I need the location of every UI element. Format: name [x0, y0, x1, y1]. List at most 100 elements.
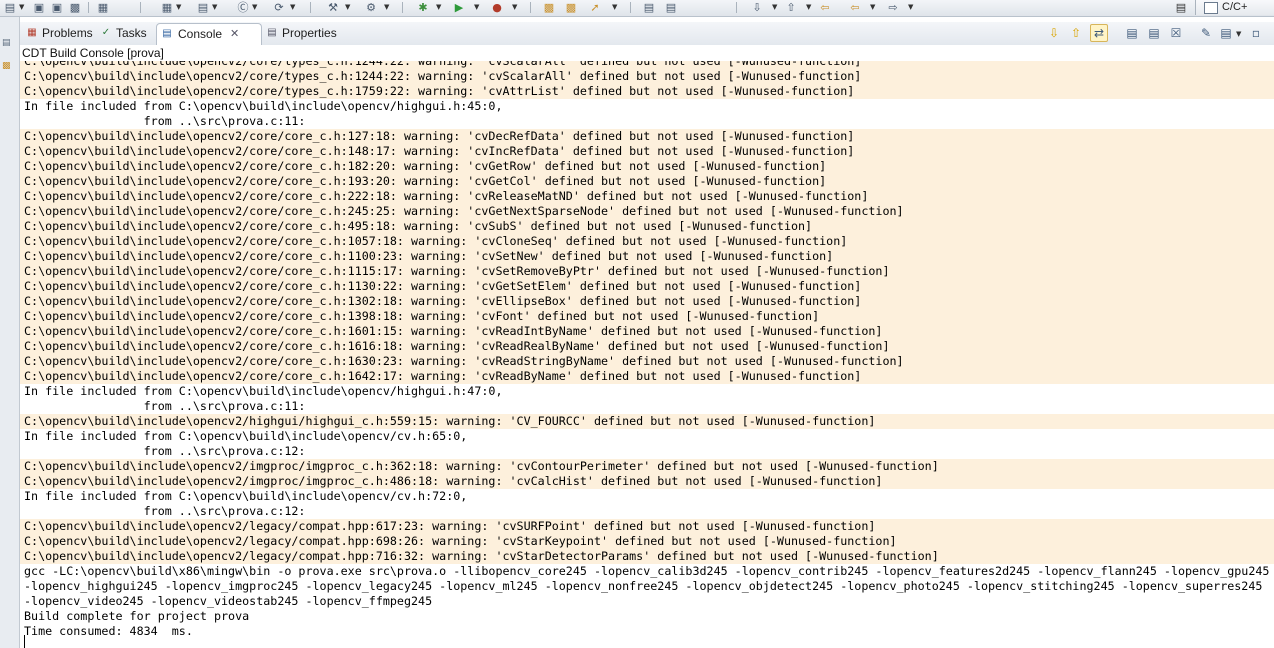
run-dropdown-icon[interactable]: ▼ [474, 2, 479, 13]
external-tools-icon[interactable]: ● [490, 1, 504, 14]
console-line: In file included from C:\opencv\build\in… [24, 429, 468, 443]
console-line-warning: C:\opencv\build\include\opencv2/core/cor… [20, 219, 1274, 234]
restore-view-icon[interactable]: ▤ [2, 38, 14, 48]
toolbar-separator [402, 2, 403, 13]
open-console-icon[interactable]: ✎ [1198, 25, 1214, 41]
console-line-warning: C:\opencv\build\include\opencv2/core/cor… [20, 309, 1274, 324]
display-console-icon[interactable]: ▤ [1218, 25, 1234, 41]
tab-tasks[interactable]: ✓ Tasks [98, 23, 154, 44]
console-line: from ..\src\prova.c:12: [24, 504, 306, 518]
project-explorer-icon[interactable]: ▩ [2, 61, 14, 71]
back-icon[interactable]: ⇦ [848, 1, 862, 14]
toolbar-separator [88, 2, 89, 13]
console-output[interactable]: C:\opencv\build\include\opencv2/core/typ… [20, 61, 1274, 648]
remove-console-icon[interactable]: ☒ [1168, 25, 1184, 41]
tab-problems[interactable]: ▦ Problems [24, 23, 96, 44]
prev-annotation-dropdown-icon[interactable]: ▼ [806, 2, 811, 13]
console-line: gcc -LC:\opencv\build\x86\mingw\bin -o p… [24, 564, 1270, 578]
minimize-icon[interactable]: ▫ [1248, 25, 1264, 41]
console-line-warning: C:\opencv\build\include\opencv2/core/typ… [20, 61, 1274, 69]
next-annotation-icon[interactable]: ⇩ [750, 1, 764, 14]
tab-label: Properties [282, 26, 337, 40]
console-line-warning: C:\opencv\build\include\opencv2/core/cor… [20, 129, 1274, 144]
clear-console-icon[interactable]: ▤ [1124, 25, 1140, 41]
console-line-warning: C:\opencv\build\include\opencv2/core/typ… [20, 69, 1274, 84]
debug-icon[interactable]: ✱ [416, 1, 430, 14]
console-line: from ..\src\prova.c:12: [24, 444, 306, 458]
console-line-warning: C:\opencv\build\include\opencv2/core/cor… [20, 159, 1274, 174]
console-line: from ..\src\prova.c:11: [24, 114, 306, 128]
build-icon[interactable]: ▦ [160, 1, 174, 14]
tasks-icon: ✓ [101, 27, 111, 38]
scroll-up-icon[interactable]: ⇧ [1068, 25, 1084, 41]
open-type-icon[interactable]: ▩ [564, 1, 578, 14]
tools-dropdown-icon[interactable]: ▼ [384, 2, 389, 13]
next-annotation-dropdown-icon[interactable]: ▼ [772, 2, 777, 13]
save-all-icon[interactable]: ▣ [50, 1, 64, 14]
hammer-dropdown-icon[interactable]: ▼ [345, 2, 350, 13]
console-line-warning: C:\opencv\build\include\opencv2/imgproc/… [20, 474, 1274, 489]
tab-properties[interactable]: ▤ Properties [264, 23, 344, 44]
close-icon[interactable]: ✕ [230, 24, 239, 45]
scroll-down-icon[interactable]: ⇩ [1046, 25, 1062, 41]
console-line-warning: C:\opencv\build\include\opencv2/core/cor… [20, 339, 1274, 354]
binary-icon[interactable]: ▦ [96, 1, 110, 14]
perspective-switcher[interactable]: ▤ C/C+ [1176, 0, 1274, 15]
debug-dropdown-icon[interactable]: ▼ [436, 2, 441, 13]
console-line: In file included from C:\opencv\build\in… [24, 99, 503, 113]
perspective-label[interactable]: C/C+ [1222, 0, 1247, 15]
save-icon[interactable]: ▣ [32, 1, 46, 14]
console-line-warning: C:\opencv\build\include\opencv2/highgui/… [20, 414, 1274, 429]
new-icon[interactable]: ▤ [3, 1, 17, 14]
view-tab-bar: ▦ Problems ✓ Tasks ▤ Console ✕ ▤ Propert… [20, 22, 1274, 46]
toolbar-separator [140, 2, 141, 13]
console-line: from ..\src\prova.c:11: [24, 399, 306, 413]
tab-label: Problems [42, 26, 93, 40]
console-line-warning: C:\opencv\build\include\opencv2/legacy/c… [20, 534, 1274, 549]
forward-dropdown-icon[interactable]: ▼ [908, 2, 913, 13]
tab-console[interactable]: ▤ Console ✕ [156, 23, 262, 45]
external-tools-dropdown-icon[interactable]: ▼ [512, 2, 517, 13]
console-line-warning: C:\opencv\build\include\opencv2/core/cor… [20, 204, 1274, 219]
run-icon[interactable]: ▶ [452, 1, 466, 14]
open-folder-icon[interactable]: ▩ [542, 1, 556, 14]
refresh-dropdown-icon[interactable]: ▼ [290, 2, 295, 13]
new-project-icon[interactable]: ▤ [196, 1, 210, 14]
search-icon[interactable]: ➚ [588, 1, 602, 14]
toggle-mark-icon[interactable]: ▤ [642, 1, 656, 14]
forward-icon[interactable]: ⇨ [886, 1, 900, 14]
console-title: CDT Build Console [prova] [20, 45, 1274, 61]
refresh-icon[interactable]: ⟳ [272, 1, 286, 14]
pin-console-icon[interactable]: ▤ [1146, 25, 1162, 41]
main-toolbar: ▤ ▼ ▣ ▣ ▩ ▦ ▦ ▼ ▤ ▼ Ⓒ ▼ ⟳ ▼ ⚒ ▼ ⚙ ▼ ✱ ▼ … [0, 0, 1274, 17]
new-class-dropdown-icon[interactable]: ▼ [252, 2, 257, 13]
back-dropdown-icon[interactable]: ▼ [870, 2, 875, 13]
toolbar-separator [310, 2, 311, 13]
new-project-dropdown-icon[interactable]: ▼ [212, 2, 217, 13]
perspective-icon [1204, 2, 1218, 14]
search-dropdown-icon[interactable]: ▼ [612, 2, 617, 13]
prev-annotation-icon[interactable]: ⇧ [784, 1, 798, 14]
console-line-warning: C:\opencv\build\include\opencv2/core/cor… [20, 249, 1274, 264]
new-dropdown-icon[interactable]: ▼ [19, 2, 24, 13]
new-class-icon[interactable]: Ⓒ [236, 1, 250, 14]
print-icon[interactable]: ▩ [68, 1, 82, 14]
toggle-block-icon[interactable]: ▤ [664, 1, 678, 14]
display-console-dropdown-icon[interactable]: ▼ [1236, 29, 1241, 40]
hammer-icon[interactable]: ⚒ [326, 1, 340, 14]
last-edit-icon[interactable]: ⇦ [818, 1, 832, 14]
properties-icon: ▤ [267, 27, 277, 38]
console-line-warning: C:\opencv\build\include\opencv2/core/typ… [20, 84, 1274, 99]
console-line: -lopencv_video245 -lopencv_videostab245 … [24, 594, 433, 608]
left-trim: ▤ ▩ [0, 17, 20, 648]
tools-icon[interactable]: ⚙ [364, 1, 378, 14]
open-perspective-icon[interactable]: ▤ [1174, 1, 1188, 14]
build-dropdown-icon[interactable]: ▼ [176, 2, 181, 13]
toolbar-separator [530, 2, 531, 13]
tab-label: Console [178, 27, 223, 41]
console-line-warning: C:\opencv\build\include\opencv2/legacy/c… [20, 549, 1274, 564]
scroll-lock-icon[interactable]: ⇄ [1090, 24, 1108, 42]
console-icon: ▤ [162, 28, 172, 39]
toolbar-separator [630, 2, 631, 13]
console-line-warning: C:\opencv\build\include\opencv2/core/cor… [20, 294, 1274, 309]
